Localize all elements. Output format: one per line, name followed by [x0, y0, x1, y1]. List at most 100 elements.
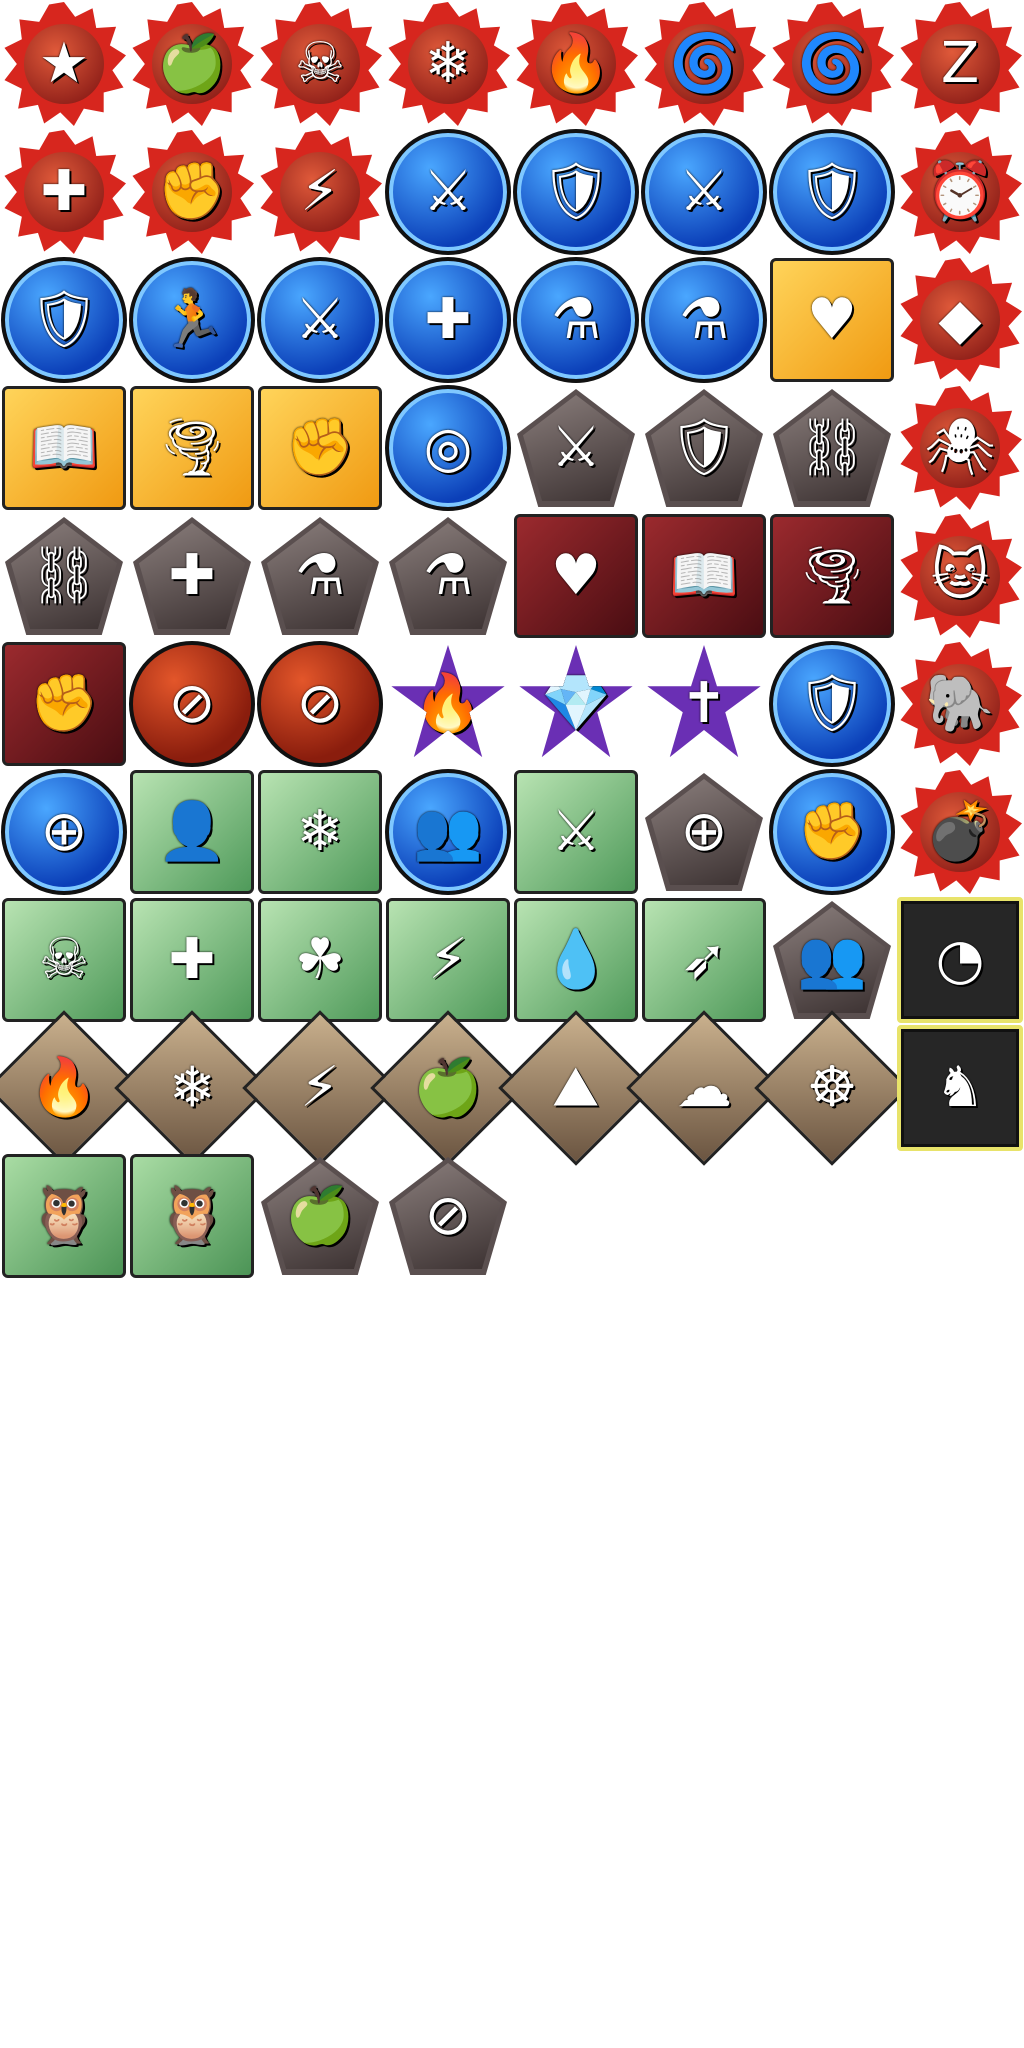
gray-tornado-icon-glyph: 🌪 [796, 543, 868, 608]
elephant-face-icon: 🐘 [896, 640, 1024, 768]
rocking-horse-icon-glyph: ♞ [934, 1055, 986, 1120]
eaten-apple-icon: 🍏 [256, 1152, 384, 1280]
green-frame: ☠ [2, 898, 126, 1022]
ship-wheel-icon: ☸ [754, 1010, 910, 1166]
maroon-frame: 🌪 [770, 514, 894, 638]
barrier-shield-icon-glyph: 🛡 [28, 287, 100, 352]
green-lightning-icon: ⚡ [384, 896, 512, 1024]
eaten-apple-icon-glyph: 🍏 [285, 1183, 355, 1248]
holy-cross-torch-icon-glyph: ✝ [680, 671, 728, 736]
empty-red-potion-icon: ⚗ [256, 512, 384, 640]
cat-face-icon: 🐱 [896, 512, 1024, 640]
blue-owl-icon: 🦉 [0, 1152, 128, 1280]
black-frame: ◔ [897, 897, 1023, 1023]
pent-crosshair-icon-glyph: ⊕ [680, 799, 728, 864]
star-frame: ☠ [260, 2, 382, 126]
gray-people-icon: 👥 [768, 896, 896, 1024]
diamond-fire-icon: 🔥 [0, 1010, 142, 1166]
pent-frame: ⚔ [517, 389, 635, 507]
sword-shield-combo-icon-glyph: ⚔ [550, 799, 602, 864]
icon-sprite-sheet: ★ 🍏 ☠ ❄ 🔥 🌀 🌀 Z ✚ ✊ ⚡ ⚔ 🛡 ⚔ 🛡 ⏰ 🛡 🏃 ⚔ ✚ ⚗ ⚗ ♥ ◆ 📖 🌪 ✊ ◎ ⚔ 🛡 ⛓ 🕷 ⛓ ✚ ⚗ ⚗ ♥ 📖 🌪 🐱… [0, 0, 1024, 1280]
burn-flame-icon: 🔥 [512, 0, 640, 128]
four-leaf-clover-icon-glyph: ☘ [294, 927, 346, 992]
circle-frame: 🛡 [513, 129, 639, 255]
gray-tornado-icon: 🌪 [768, 512, 896, 640]
circle-frame: ⚔ [257, 257, 383, 383]
green-lightning-icon-glyph: ⚡ [428, 927, 468, 992]
purple-frame: 🔥 [391, 645, 505, 758]
pacman-speech-icon: ◔ [896, 896, 1024, 1024]
circle-frame: ⊕ [1, 769, 127, 895]
circle-frame: ✊ [769, 769, 895, 895]
diamond-lightning-icon: ⚡ [242, 1010, 398, 1166]
dark-stitched-heart-icon-glyph: ♥ [550, 543, 602, 608]
night-cloud-icon: ☁ [626, 1010, 782, 1166]
green-fist-icon-glyph: ✊ [285, 415, 355, 480]
rocking-horse-icon: ♞ [896, 1024, 1024, 1152]
pent-frame: ⛓ [5, 517, 123, 635]
stun-stars-icon: ★ [0, 0, 128, 128]
blue-potion-icon: ⚗ [640, 256, 768, 384]
diamond-rock-icon: ⛰ [498, 1010, 654, 1166]
star-frame: 🔥 [516, 2, 638, 126]
green-skull-icon: ☠ [0, 896, 128, 1024]
star-frame: ⚡ [260, 130, 382, 254]
owl-frame: 🦉 [130, 1154, 254, 1278]
golden-cross-icon-glyph: ✚ [168, 927, 216, 992]
lightning-bolt-icon: ⚡ [256, 128, 384, 256]
star-frame: 🌀 [644, 2, 766, 126]
pent-frame: 🍏 [261, 1157, 379, 1275]
vortex-spiral-icon-glyph: 🌀 [797, 31, 867, 96]
star-frame: ★ [4, 2, 126, 126]
gray-owl-icon-glyph: 🦉 [157, 1183, 227, 1248]
no-run-icon: ⊘ [256, 640, 384, 768]
circle-frame: ⚗ [513, 257, 639, 383]
circle-frame: ◎ [385, 385, 511, 511]
sparkle-sword-icon: ⚔ [640, 128, 768, 256]
circle-red-frame: ⊘ [257, 641, 383, 767]
lightning-bolt-icon-glyph: ⚡ [300, 159, 340, 224]
sparkle-shield-icon: 🛡 [768, 128, 896, 256]
sparkle-sword-icon-glyph: ⚔ [678, 159, 730, 224]
frozen-shield-icon: ❄ [256, 768, 384, 896]
gray-book-icon-glyph: 📖 [669, 543, 739, 608]
attack-up-sword-icon-glyph: ⚔ [422, 159, 474, 224]
broken-arrow-icon: ➶ [640, 896, 768, 1024]
star-frame: ❄ [388, 2, 510, 126]
no-sword-icon: ⊘ [128, 640, 256, 768]
circle-frame: ✚ [385, 257, 511, 383]
diamond-fire-icon-glyph: 🔥 [29, 1054, 99, 1120]
radiant-person-icon-glyph: 👤 [157, 799, 227, 864]
gray-people-icon-glyph: 👥 [797, 927, 867, 992]
voodoo-doll-icon-glyph: ✚ [40, 159, 88, 224]
stone-fist-icon: ✊ [128, 128, 256, 256]
stone-block-icon-glyph: ◆ [938, 287, 982, 352]
barrier-shield-icon: 🛡 [0, 256, 128, 384]
chained-sword-icon: ⛓ [0, 512, 128, 640]
chained-sword-icon-glyph: ⛓ [28, 543, 100, 608]
orange-frame: ✊ [258, 386, 382, 510]
star-frame: Z [900, 2, 1022, 126]
gray-owl-icon: 🦉 [128, 1152, 256, 1280]
heal-cross-icon-glyph: ✚ [424, 287, 472, 352]
gray-sword-icon-glyph: ⚔ [550, 415, 602, 480]
pent-crosshair-icon: ⊕ [640, 768, 768, 896]
green-frame: ✚ [130, 898, 254, 1022]
sparkle-shield-icon-glyph: 🛡 [796, 159, 868, 224]
skull-bandage-icon: ☠ [256, 0, 384, 128]
diamond-lightning-icon-glyph: ⚡ [300, 1054, 340, 1120]
green-fist-icon: ✊ [256, 384, 384, 512]
circle-frame: 👥 [385, 769, 511, 895]
burn-flame-icon-glyph: 🔥 [541, 31, 611, 96]
orange-frame: ♥ [770, 258, 894, 382]
green-frame: ☘ [258, 898, 382, 1022]
pent-frame: ⊘ [389, 1157, 507, 1275]
green-frame: 💧 [514, 898, 638, 1022]
poison-apple-icon-glyph: 🍏 [157, 31, 227, 96]
pent-frame: ⚗ [261, 517, 379, 635]
bomb-key-icon-glyph: 💣 [925, 799, 995, 864]
cat-face-icon-glyph: 🐱 [930, 543, 990, 608]
pent-frame: 🛡 [645, 389, 763, 507]
poison-apple-icon: 🍏 [128, 0, 256, 128]
vortex-spiral-icon: 🌀 [768, 0, 896, 128]
